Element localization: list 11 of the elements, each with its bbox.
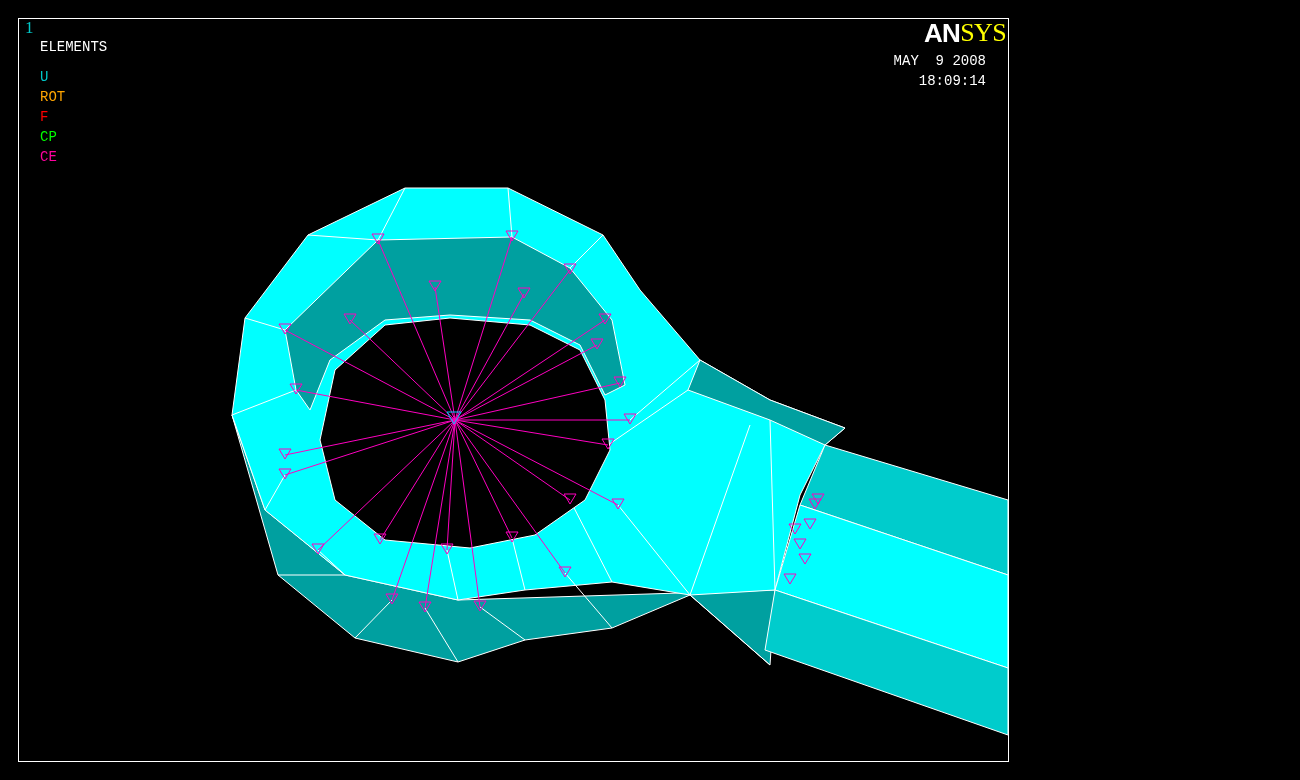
legend-label: U — [40, 70, 50, 84]
legend-label: F — [40, 110, 50, 124]
plot-title: ELEMENTS — [40, 40, 108, 54]
time-text: 18:09:14 — [918, 74, 986, 88]
logo-text: SYS — [960, 20, 1006, 46]
window-number: 1 — [25, 19, 34, 36]
date-text: MAY 9 2008 — [893, 54, 986, 68]
legend-label: ROT — [40, 90, 66, 104]
legend-label: CP — [40, 130, 58, 144]
logo-text: AN — [924, 20, 961, 46]
legend-label: CE — [40, 150, 58, 164]
